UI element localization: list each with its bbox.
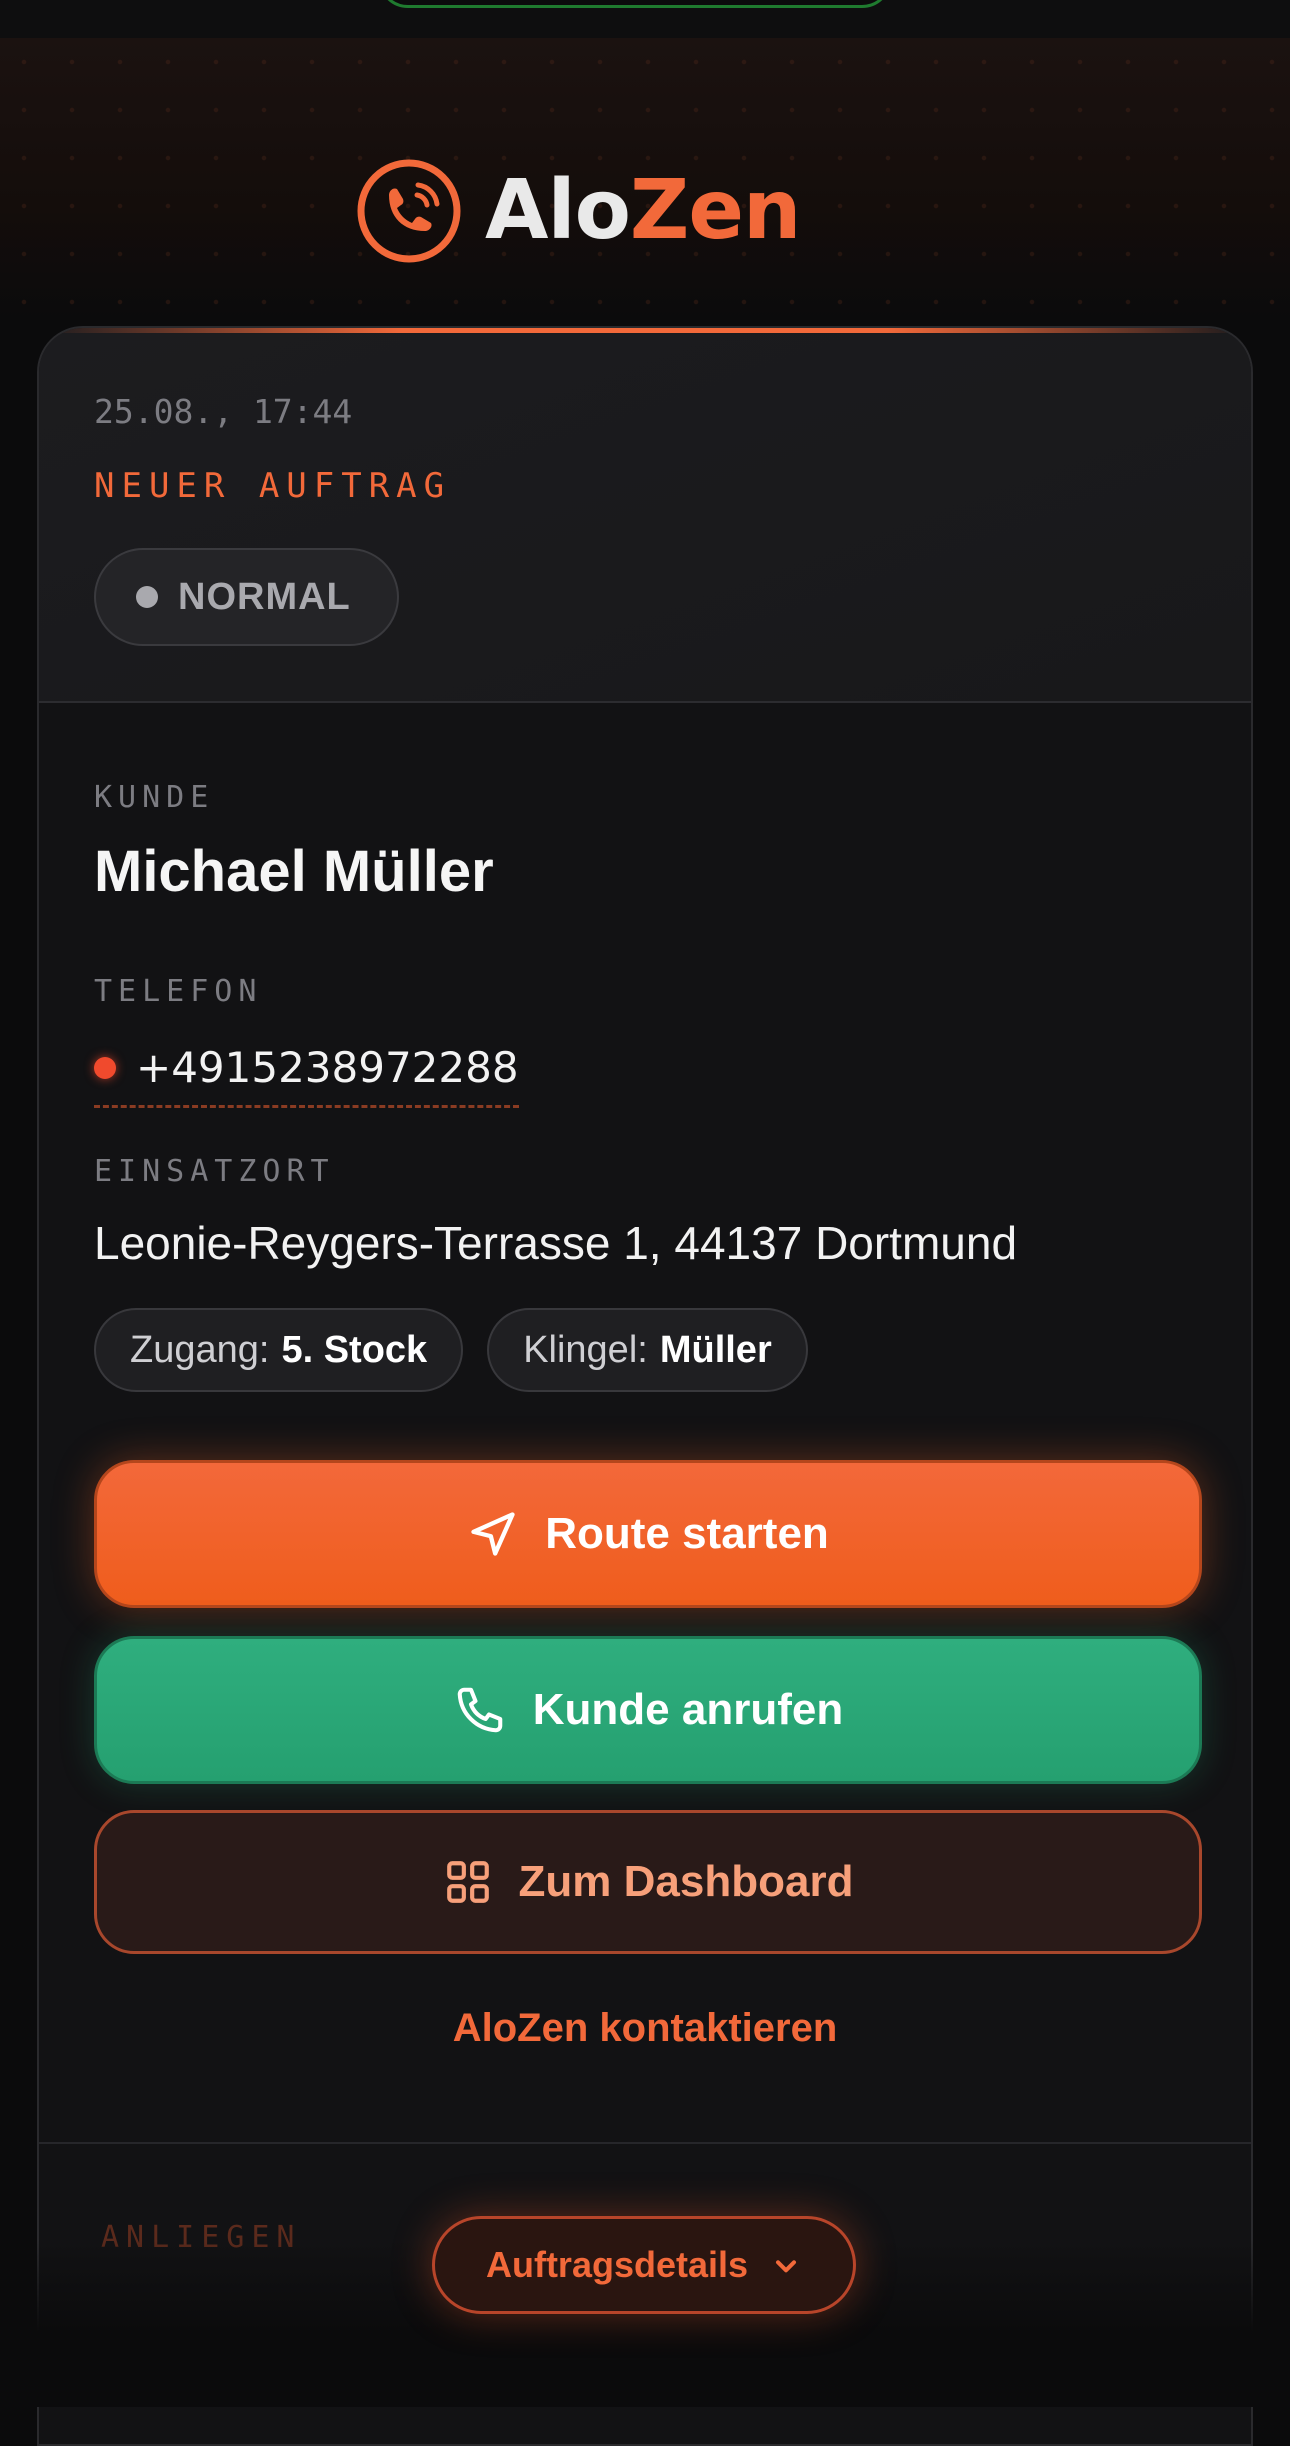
customer-label: KUNDE bbox=[94, 780, 215, 815]
brand-logo: AloZen bbox=[355, 156, 801, 266]
location-label: EINSATZORT bbox=[94, 1154, 335, 1189]
phone-waves-icon bbox=[357, 159, 461, 263]
customer-name: Michael Müller bbox=[94, 839, 494, 904]
call-customer-label: Kunde anrufen bbox=[532, 1685, 844, 1734]
chip-value: Müller bbox=[659, 1328, 772, 1371]
chevron-down-icon bbox=[776, 2260, 797, 2273]
brand-name: AloZen bbox=[485, 170, 801, 252]
doorbell-chip: Klingel: Müller bbox=[487, 1308, 808, 1392]
navigation-arrow-icon bbox=[471, 1512, 515, 1556]
phone-label: TELEFON bbox=[94, 974, 263, 1009]
brand-name-part1: Alo bbox=[485, 163, 631, 258]
accent-line bbox=[39, 328, 1251, 333]
route-start-label: Route starten bbox=[545, 1509, 829, 1558]
contact-alozen-link[interactable]: AloZen kontaktieren bbox=[39, 2006, 1251, 2051]
dashboard-label: Zum Dashboard bbox=[518, 1857, 854, 1906]
order-card: 25.08., 17:44 NEUER AUFTRAG NORMAL KUNDE… bbox=[37, 326, 1253, 2446]
order-details-toggle[interactable]: Auftragsdetails bbox=[432, 2216, 856, 2314]
priority-badge: NORMAL bbox=[94, 548, 399, 646]
access-chip: Zugang: 5. Stock bbox=[94, 1308, 464, 1392]
address-text: Leonie-Reygers-Terrasse 1, 44137 Dortmun… bbox=[94, 1217, 1018, 1269]
app-header: AloZen bbox=[0, 38, 1290, 318]
dashboard-button[interactable]: Zum Dashboard bbox=[94, 1810, 1202, 1954]
brand-name-part2: Zen bbox=[629, 163, 801, 258]
phone-status-dot-icon bbox=[94, 1056, 116, 1079]
access-chips: Zugang: 5. Stock Klingel: Müller bbox=[94, 1308, 808, 1392]
dynamic-island bbox=[378, 0, 892, 8]
grid-icon bbox=[446, 1861, 489, 1903]
phone-link[interactable]: +4915238972288 bbox=[94, 1036, 519, 1108]
priority-label: NORMAL bbox=[178, 575, 351, 618]
call-customer-button[interactable]: Kunde anrufen bbox=[94, 1636, 1202, 1784]
phone-number: +4915238972288 bbox=[136, 1043, 519, 1092]
chip-key: Klingel: bbox=[523, 1328, 648, 1371]
route-start-button[interactable]: Route starten bbox=[94, 1460, 1202, 1608]
order-status: NEUER AUFTRAG bbox=[94, 466, 452, 506]
order-details-label: Auftragsdetails bbox=[485, 2244, 749, 2285]
order-timestamp: 25.08., 17:44 bbox=[94, 392, 353, 431]
priority-dot-icon bbox=[136, 586, 158, 608]
chip-value: 5. Stock bbox=[281, 1328, 428, 1371]
order-card-header: 25.08., 17:44 NEUER AUFTRAG NORMAL bbox=[39, 328, 1251, 703]
chip-key: Zugang: bbox=[130, 1328, 270, 1371]
section-divider bbox=[39, 2142, 1251, 2144]
phone-icon bbox=[457, 1687, 503, 1733]
